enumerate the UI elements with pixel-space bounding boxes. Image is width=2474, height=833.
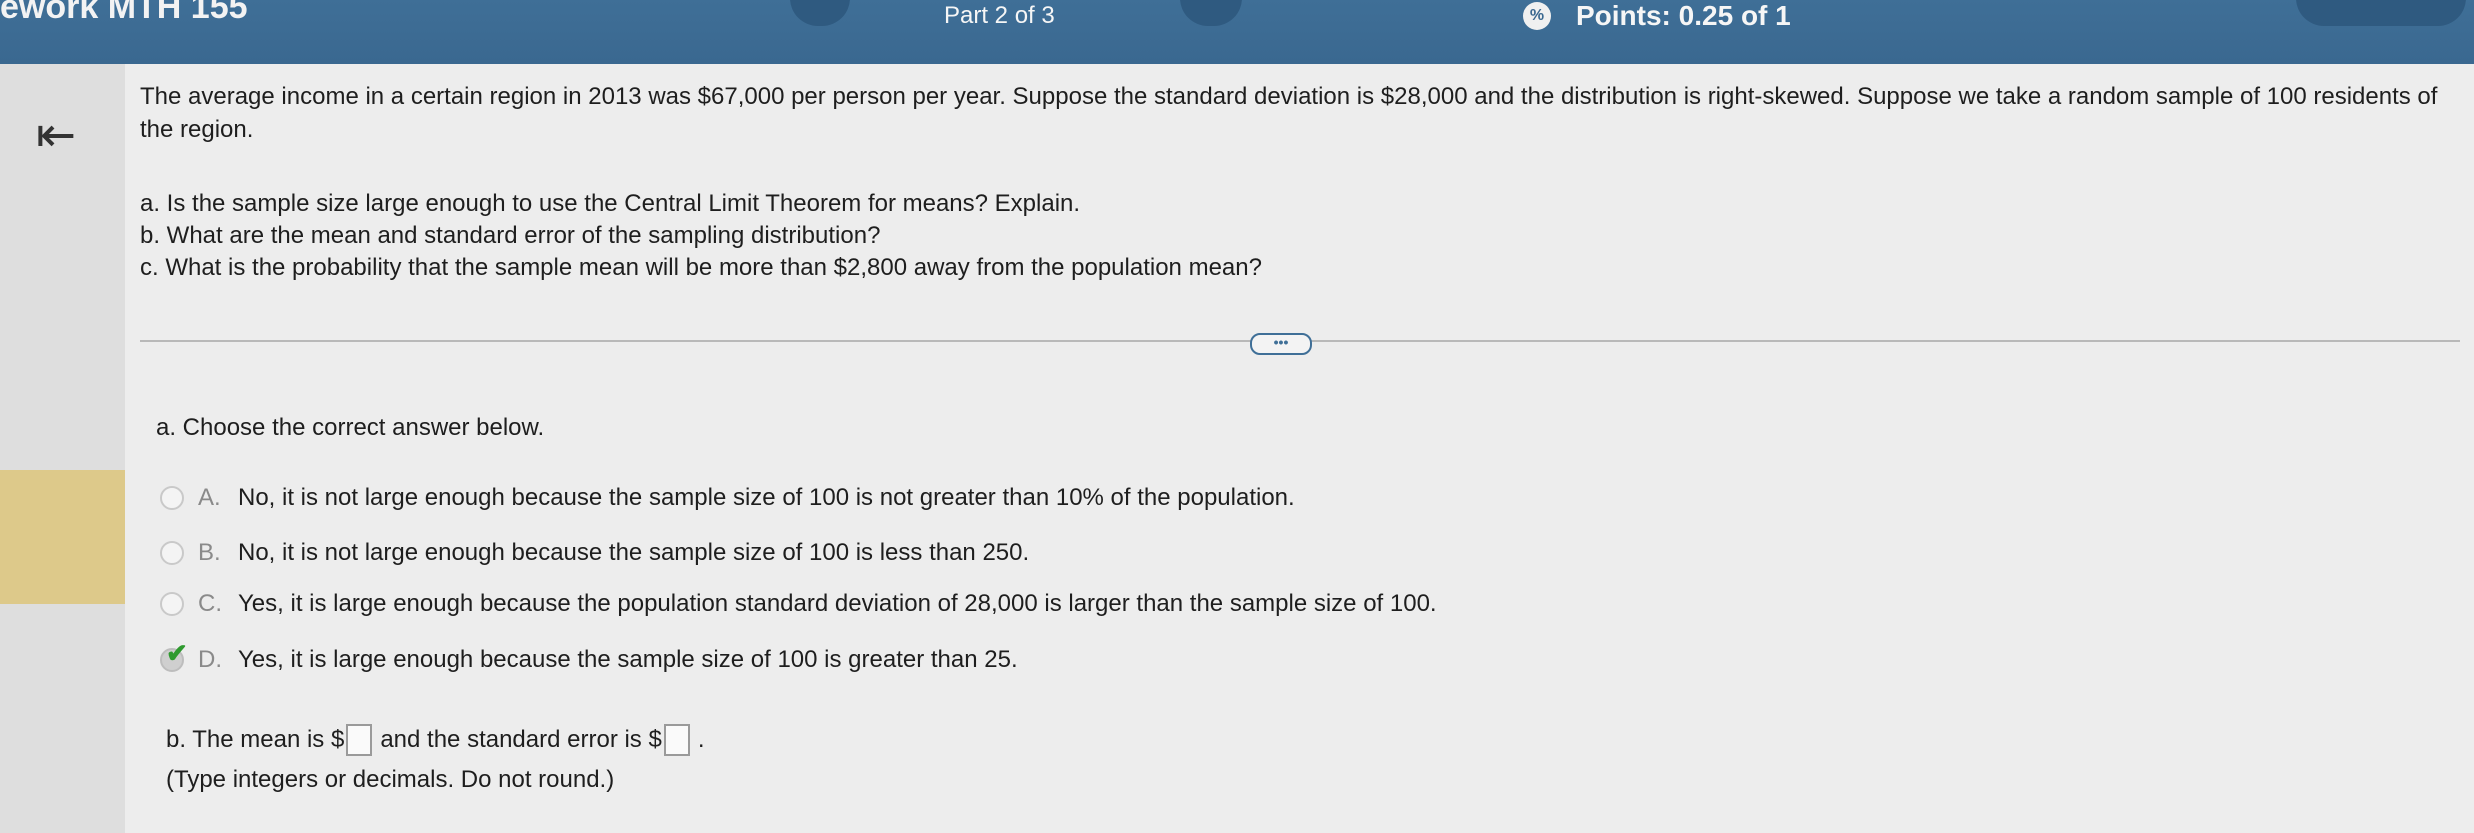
sidebar-highlight <box>0 470 125 604</box>
option-a-letter: A. <box>198 484 221 511</box>
radio-d[interactable]: ✔ <box>160 638 188 672</box>
option-d-letter: D. <box>198 646 222 673</box>
problem-part-b: b. What are the mean and standard error … <box>140 222 881 249</box>
problem-parts-list: a. Is the sample size large enough to us… <box>140 188 1262 284</box>
header-action-button[interactable] <box>2296 0 2466 26</box>
course-title: ework MTH 155 <box>0 0 248 26</box>
standard-error-input[interactable] <box>663 724 690 756</box>
option-c-letter: C. <box>198 590 222 617</box>
check-icon: ✔ <box>166 638 188 668</box>
option-c[interactable]: C. Yes, it is large enough because the p… <box>160 584 1660 624</box>
option-b-text: No, it is not large enough because the s… <box>238 539 1030 566</box>
question-b-prefix: b. The mean is $ <box>166 726 345 753</box>
question-b-hint: (Type integers or decimals. Do not round… <box>166 766 615 793</box>
mean-input[interactable] <box>346 724 373 756</box>
points-icon: % <box>1523 2 1551 30</box>
option-c-text: Yes, it is large enough because the popu… <box>238 590 1437 617</box>
prev-nav-button[interactable] <box>790 0 850 26</box>
next-nav-button[interactable] <box>1180 0 1242 26</box>
back-arrow-icon[interactable]: ⇤ <box>30 110 82 162</box>
option-d-text: Yes, it is large enough because the samp… <box>238 646 1018 673</box>
problem-part-a: a. Is the sample size large enough to us… <box>140 190 1081 217</box>
option-a-text: No, it is not large enough because the s… <box>238 484 1295 511</box>
top-bar: ework MTH 155 Part 2 of 3 % Points: 0.25… <box>0 0 2474 64</box>
expand-more-button[interactable]: ••• <box>1250 333 1312 355</box>
radio-c[interactable] <box>160 592 184 616</box>
radio-a[interactable] <box>160 486 184 510</box>
question-b-middle: and the standard error is $ <box>380 726 662 753</box>
content-panel <box>125 64 2474 833</box>
question-b-suffix: . <box>697 726 705 753</box>
problem-statement: The average income in a certain region i… <box>140 83 2438 143</box>
radio-b[interactable] <box>160 541 184 565</box>
points-display: Points: 0.25 of 1 <box>1576 0 1791 31</box>
problem-part-c: c. What is the probability that the samp… <box>140 254 1262 281</box>
option-d[interactable]: ✔ D. Yes, it is large enough because the… <box>160 638 1660 680</box>
question-b: b. The mean is $ and the standard error … <box>166 724 705 756</box>
part-indicator: Part 2 of 3 <box>944 2 1055 29</box>
question-a-prompt: a. Choose the correct answer below. <box>156 414 545 441</box>
option-b-letter: B. <box>198 539 221 566</box>
sidebar <box>0 64 125 833</box>
option-a[interactable]: A. No, it is not large enough because th… <box>160 478 1660 518</box>
option-b[interactable]: B. No, it is not large enough because th… <box>160 533 1660 573</box>
